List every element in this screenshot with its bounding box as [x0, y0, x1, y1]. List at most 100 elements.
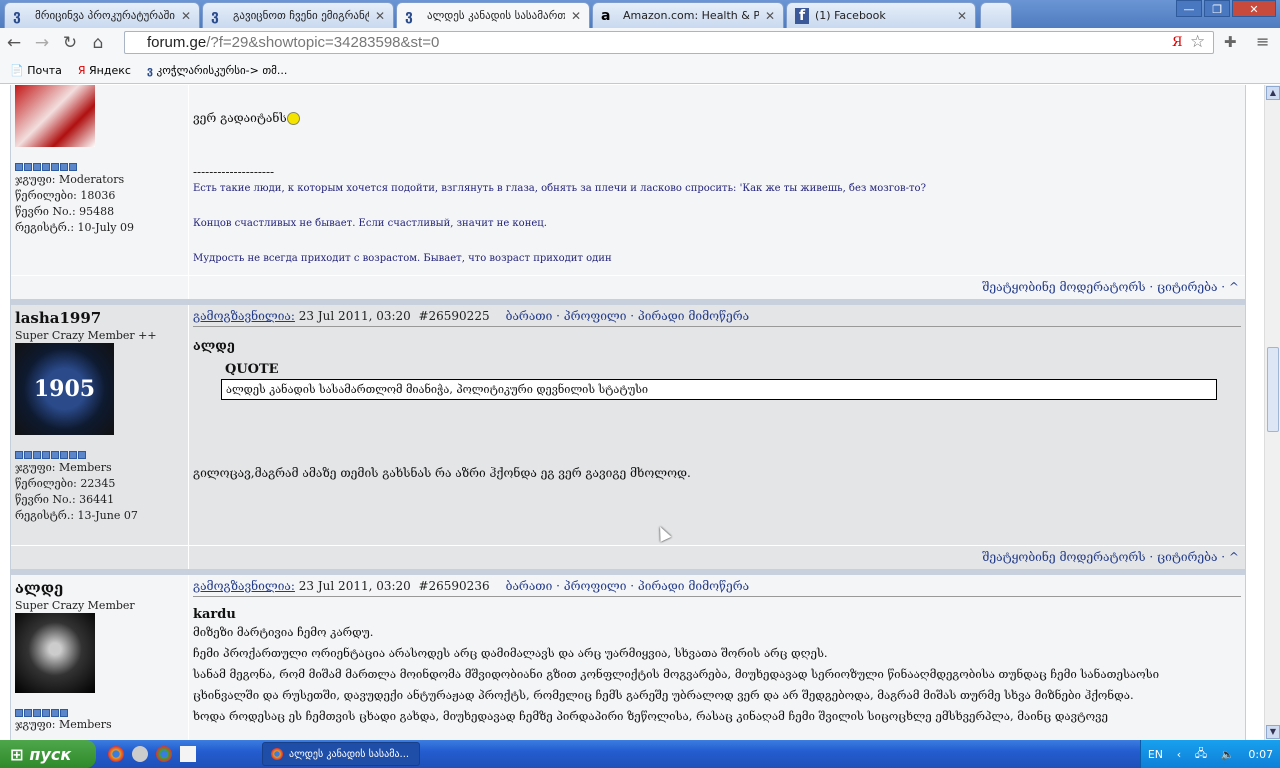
post-permalink[interactable]: გამოგზავნილია: [193, 579, 295, 593]
quote-box: ალდეს კანადის სასამართლომ მიანიჭა, პოლიტ… [221, 379, 1217, 400]
start-button[interactable]: ⊞ пуск [0, 740, 96, 768]
report-moderator-link[interactable]: შეატყობინე მოდერატორს [982, 550, 1145, 564]
avatar: 1905 [15, 343, 114, 435]
user-group: ჯგუფი: Moderators [15, 173, 125, 186]
signature-line: Есть такие люди, к которым хочется подой… [193, 183, 926, 194]
post-line: ხოდა როდესაც ეს ჩემთვის ცხადი გახდა, მიუ… [193, 709, 1108, 723]
clock[interactable]: 0:07 [1248, 748, 1273, 761]
member-number: წევრი No.: 95488 [15, 205, 115, 218]
browser-toolbar: ← → ↻ ⌂ forum.ge/?f=29&showtopic=3428359… [0, 28, 1280, 58]
profile-links[interactable]: ბარათი · პროფილი · პირადი მიმოწერა [506, 579, 750, 596]
scroll-down-arrow-icon[interactable]: ▼ [1266, 725, 1280, 739]
user-post-count: წერილები: 22345 [15, 477, 116, 490]
vertical-scrollbar[interactable]: ▲ ▼ [1264, 85, 1280, 740]
user-rank: Super Crazy Member [15, 599, 135, 612]
post: ჯგუფი: Moderators წერილები: 18036 წევრი … [11, 85, 1245, 275]
chrome-icon [271, 748, 283, 760]
member-number: წევრი No.: 36441 [15, 493, 115, 506]
taskbar-window-chrome[interactable]: ალდეს კანადის სასამა... [262, 742, 420, 766]
avatar [15, 613, 95, 693]
tab-strip: ვმრიცინვა პროკურატურაში 15✕ ვგავიცნოთ ჩვ… [0, 0, 1280, 28]
post: lasha1997 Super Crazy Member ++ 1905 ჯგუ… [11, 305, 1245, 545]
forum-ge-icon: ვ [211, 7, 219, 24]
windows-logo-icon: ⊞ [10, 744, 24, 764]
registration-date: რეგისტრ.: 10-July 09 [15, 221, 134, 234]
minimize-button[interactable]: — [1176, 0, 1202, 17]
bookmark-yandex[interactable]: Я Яндекс [78, 64, 131, 77]
forum-page: ჯგუფი: Moderators წერილები: 18036 წევრი … [0, 85, 1264, 740]
forum-ge-icon: ვ [405, 7, 413, 24]
rank-pips [15, 451, 184, 459]
close-tab-icon[interactable]: ✕ [765, 9, 775, 23]
post-line: სანამ მეგონა, რომ მიშამ მართლა მოინდომა … [193, 667, 1160, 681]
volume-icon[interactable]: 🔈 [1221, 748, 1235, 761]
username[interactable]: lasha1997 [15, 309, 184, 327]
quote-label: QUOTE [225, 362, 279, 377]
yandex-icon[interactable]: Я [1172, 35, 1183, 50]
app-icon[interactable] [132, 746, 148, 762]
tray-expand-icon[interactable]: ‹ [1177, 748, 1181, 761]
quote-link[interactable]: · ციტირება · ^ [1149, 280, 1239, 294]
bookmark-star-icon[interactable]: ☆ [1190, 32, 1205, 52]
close-tab-icon[interactable]: ✕ [571, 9, 581, 23]
user-group: ჯგუფი: Members [15, 461, 112, 474]
facebook-icon: f [795, 7, 809, 24]
close-tab-icon[interactable]: ✕ [181, 9, 191, 23]
new-tab-button[interactable] [980, 2, 1012, 28]
post-line: ჩემი პროქართული ორიენტაცია არასოდეს არც … [193, 646, 828, 660]
scrollbar-thumb[interactable] [1267, 347, 1279, 432]
extension-icon[interactable]: ✚ [1224, 33, 1237, 51]
post-date: 23 Jul 2011, 03:20 [298, 579, 411, 593]
language-indicator[interactable]: EN [1148, 748, 1163, 761]
post-body: ვერ გადაიტანს [193, 111, 287, 125]
forward-button[interactable]: → [28, 33, 56, 53]
quote-author: kardu [193, 607, 236, 622]
rank-pips [15, 709, 184, 717]
network-icon[interactable]: 🖧 [1195, 745, 1207, 764]
menu-icon[interactable]: ≡ [1256, 32, 1269, 51]
home-button[interactable]: ⌂ [84, 33, 112, 53]
report-moderator-link[interactable]: შეატყობინე მოდერატორს [982, 280, 1145, 294]
registration-date: რეგისტრ.: 13-June 07 [15, 509, 138, 522]
back-button[interactable]: ← [0, 33, 28, 53]
grid-app-icon[interactable] [180, 746, 196, 762]
restore-button[interactable]: ❐ [1204, 0, 1230, 17]
post-permalink[interactable]: გამოგზავნილია: [193, 309, 295, 323]
username[interactable]: ალდე [15, 579, 184, 597]
quote-link[interactable]: · ციტირება · ^ [1149, 550, 1239, 564]
forum-ge-icon: ვ [13, 7, 21, 24]
user-post-count: წერილები: 18036 [15, 189, 116, 202]
post-id: #26590236 [418, 579, 490, 593]
profile-links[interactable]: ბარათი · პროფილი · პირადი მიმოწერა [506, 309, 750, 326]
address-bar[interactable]: forum.ge/?f=29&showtopic=34283598&st=0 [124, 31, 1214, 54]
user-rank: Super Crazy Member ++ [15, 329, 157, 342]
post-line: ცხინვალში და რუსეთში, დავუდექი ანტურაჟად… [193, 688, 1134, 702]
tab-1[interactable]: ვმრიცინვა პროკურატურაში 15✕ [4, 2, 200, 28]
close-window-button[interactable]: ✕ [1232, 0, 1276, 17]
bookmarks-bar: 📄 Почта Я Яндекс ვ კოჭლარისკურსი-> თმ... [0, 58, 1280, 84]
chrome-icon[interactable] [108, 746, 124, 762]
post-id: #26590225 [418, 309, 490, 323]
signature-line: Концов счастливых не бывает. Если счастл… [193, 218, 547, 229]
post-line: მიზეზი მარტივია ჩემო კარდუ. [193, 625, 374, 639]
user-group: ჯგუფი: Members [15, 718, 112, 731]
system-tray: EN ‹ 🖧 🔈 0:07 [1140, 740, 1280, 768]
tab-5[interactable]: f (1) Facebook ✕ [786, 2, 976, 28]
amazon-icon: a [601, 7, 611, 24]
rank-pips [15, 163, 184, 171]
bookmark-forum[interactable]: ვ კოჭლარისკურსი-> თმ... [147, 64, 287, 77]
smiley-icon [286, 112, 300, 125]
tab-4[interactable]: aAmazon.com: Health & Perso✕ [592, 2, 784, 28]
post-body: გილოცავ,მაგრამ ამაზე თემის გახსნას რა აზ… [193, 466, 691, 480]
avatar [15, 85, 95, 147]
scroll-up-arrow-icon[interactable]: ▲ [1266, 86, 1280, 100]
close-tab-icon[interactable]: ✕ [957, 9, 967, 23]
tab-3-active[interactable]: ვალდეს კანადის სასამართლომ✕ [396, 2, 590, 28]
reload-button[interactable]: ↻ [56, 33, 84, 53]
chrome-icon[interactable] [156, 746, 172, 762]
bookmark-pochta[interactable]: 📄 Почта [10, 64, 62, 77]
taskbar: ⊞ пуск ალდეს კანადის სასამა... EN ‹ 🖧 🔈 0… [0, 740, 1280, 768]
close-tab-icon[interactable]: ✕ [375, 9, 385, 23]
post: ალდე Super Crazy Member ჯგუფი: Members გ… [11, 575, 1245, 740]
tab-2[interactable]: ვგავიცნოთ ჩვენი ემიგრანტები -✕ [202, 2, 394, 28]
